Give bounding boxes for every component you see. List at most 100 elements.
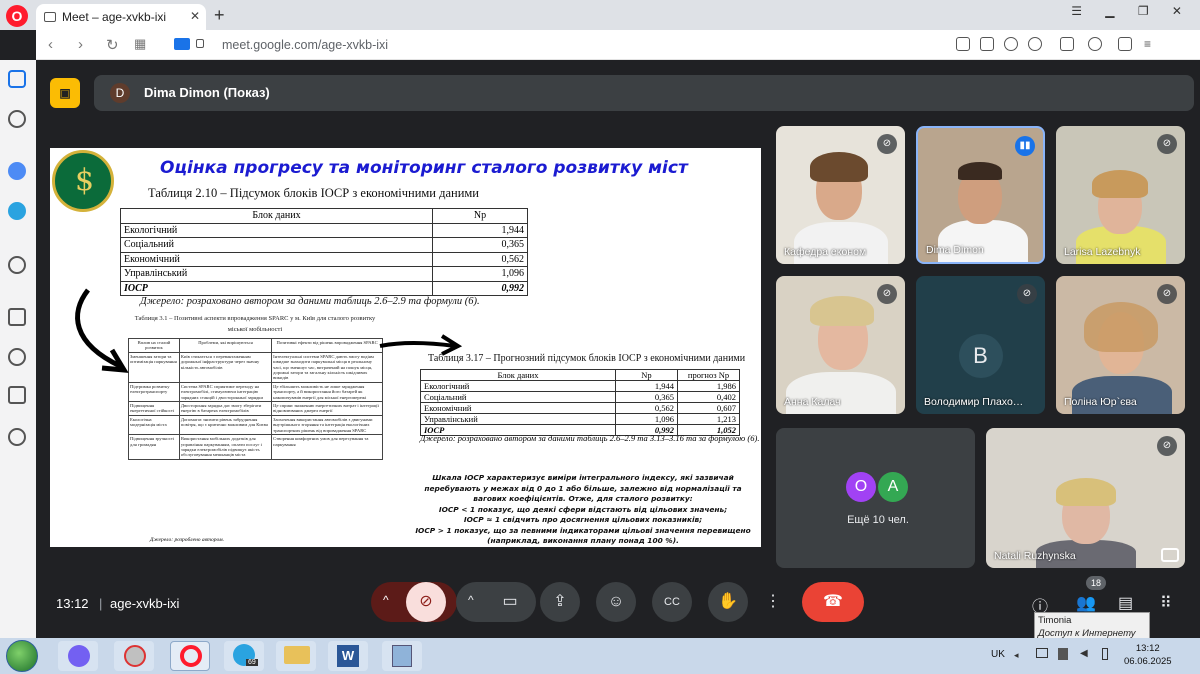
- opera-logo-icon[interactable]: O: [6, 5, 28, 27]
- tray-volume-icon[interactable]: ◀: [1080, 648, 1088, 659]
- presenter-bar: D Dima Dimon (Показ): [94, 75, 1194, 111]
- app-icon[interactable]: [114, 641, 154, 671]
- participant-tile-active[interactable]: ▮▮ Dima Dimon: [916, 126, 1045, 264]
- person-body: [1072, 376, 1172, 414]
- send-icon[interactable]: [1004, 37, 1018, 51]
- sidebar-toggle-icon[interactable]: [1118, 37, 1132, 51]
- more-participants-label: Ещё 10 чел.: [847, 514, 909, 526]
- person-body: [938, 220, 1028, 262]
- participant-name: Кафедра економ: [784, 246, 867, 258]
- player-icon[interactable]: [8, 256, 26, 274]
- pin-icon[interactable]: [1161, 548, 1179, 562]
- url-field[interactable]: meet.google.com/age-xvkb-ixi: [222, 38, 388, 52]
- tab-close-icon[interactable]: ✕: [190, 9, 200, 23]
- participant-count-badge: 18: [1086, 576, 1106, 590]
- leave-call-button[interactable]: ☎: [802, 582, 864, 622]
- new-tab-icon[interactable]: +: [214, 5, 225, 26]
- settings-icon[interactable]: [8, 428, 26, 446]
- mic-toggle-button[interactable]: ⊘: [406, 582, 446, 622]
- browser-tab-bar: O Meet – age-xvkb-ixi ✕ + ☰ ▁ ❐ ✕: [0, 0, 1200, 30]
- meeting-time: 13:12: [56, 596, 89, 611]
- home-icon[interactable]: [8, 70, 26, 88]
- stop-presenting-icon[interactable]: ▣: [50, 78, 80, 108]
- camera-options-icon[interactable]: ^: [468, 593, 474, 607]
- participant-tile[interactable]: ⊘ Larisa Lazebnyk: [1056, 126, 1185, 264]
- tray-network-icon[interactable]: [1036, 648, 1048, 658]
- telegram-taskbar-icon[interactable]: 69: [224, 641, 264, 671]
- camera-toggle-button[interactable]: ▭: [490, 582, 530, 622]
- participant-tile[interactable]: ⊘ Анна Калач: [776, 276, 905, 414]
- shared-slide: Оцінка прогресу та моніторинг сталого ро…: [50, 148, 761, 547]
- apps-icon[interactable]: [8, 308, 26, 326]
- separator: |: [99, 596, 103, 611]
- heart-icon[interactable]: [1028, 37, 1042, 51]
- explorer-icon[interactable]: [276, 641, 316, 671]
- calculator-icon[interactable]: [382, 641, 422, 671]
- captions-button[interactable]: CC: [652, 582, 692, 622]
- menu-icon[interactable]: ≡: [1144, 37, 1158, 51]
- participant-tile[interactable]: В ⊘ Володимир Плахо…: [916, 276, 1045, 414]
- forward-icon[interactable]: ›: [78, 36, 83, 53]
- tab-icon: [44, 12, 56, 22]
- tabs-grid-icon[interactable]: ▦: [134, 36, 146, 52]
- history-icon[interactable]: [8, 348, 26, 366]
- participant-avatar: В: [958, 333, 1003, 378]
- mic-options-icon[interactable]: ^: [383, 593, 389, 607]
- mic-off-icon: ⊘: [1017, 284, 1037, 304]
- participant-avatar: O: [846, 472, 876, 502]
- reload-icon[interactable]: ↻: [106, 36, 119, 54]
- camera-in-use-icon[interactable]: [174, 38, 190, 50]
- tray-date: 06.06.2025: [1124, 656, 1172, 667]
- tray-clock[interactable]: 13:12 06.06.2025: [1124, 642, 1172, 668]
- presenter-name: Dima Dimon (Показ): [144, 85, 270, 100]
- person-hair: [1056, 478, 1116, 506]
- tab-title: Meet – age-xvkb-ixi: [62, 10, 167, 24]
- screenshot-icon[interactable]: [980, 37, 994, 51]
- downloads-icon[interactable]: [8, 386, 26, 404]
- browser-tab[interactable]: Meet – age-xvkb-ixi: [36, 4, 206, 30]
- mic-off-icon: ⊘: [1157, 436, 1177, 456]
- straight-arrow-shaft: [379, 341, 456, 348]
- word-icon[interactable]: W: [328, 641, 368, 671]
- present-button[interactable]: ⇪: [540, 582, 580, 622]
- browser-sidebar: [0, 60, 36, 638]
- presenter-avatar: D: [110, 83, 130, 103]
- person-hair: [958, 162, 1002, 180]
- tray-expand-icon[interactable]: ◂: [1014, 650, 1019, 661]
- activities-icon[interactable]: ⠿: [1160, 593, 1172, 613]
- participant-name: Володимир Плахо…: [924, 396, 1024, 408]
- window-controls[interactable]: ☰ ▁ ❐ ✕: [1071, 4, 1192, 18]
- tooltip-title: Timonia: [1038, 615, 1072, 626]
- back-icon[interactable]: ‹: [48, 36, 53, 53]
- tray-time: 13:12: [1135, 643, 1160, 654]
- participant-name: Larisa Lazebnyk: [1064, 246, 1141, 258]
- emoji-button[interactable]: ☺: [596, 582, 636, 622]
- extensions-icon[interactable]: [1060, 37, 1074, 51]
- people-icon[interactable]: 👥: [1076, 593, 1096, 613]
- tray-battery-icon[interactable]: [1102, 648, 1108, 660]
- edit-icon[interactable]: [956, 37, 970, 51]
- opera-taskbar-icon[interactable]: [170, 641, 210, 671]
- viber-icon[interactable]: [58, 641, 98, 671]
- more-participants-tile[interactable]: O A Ещё 10 чел.: [776, 428, 975, 568]
- profile-icon[interactable]: [1088, 37, 1102, 51]
- chat-icon[interactable]: ▤: [1118, 593, 1133, 613]
- raise-hand-button[interactable]: ✋: [708, 582, 748, 622]
- participant-tile[interactable]: ⊘ Natali Ruzhynska: [986, 428, 1185, 568]
- participant-tile[interactable]: ⊘ Поліна Юр`єва: [1056, 276, 1185, 414]
- telegram-icon[interactable]: [8, 202, 26, 220]
- person-hair: [1092, 170, 1148, 198]
- mic-off-icon: ⊘: [1157, 134, 1177, 154]
- language-indicator[interactable]: UK: [991, 649, 1005, 660]
- pinboard-icon[interactable]: [8, 110, 26, 128]
- mic-off-icon: ⊘: [1157, 284, 1177, 304]
- participant-avatar: A: [878, 472, 908, 502]
- messenger-icon[interactable]: [8, 162, 26, 180]
- start-button[interactable]: [6, 640, 38, 672]
- lock-icon[interactable]: [196, 39, 204, 48]
- more-options-button[interactable]: ⋮: [758, 582, 788, 622]
- speaking-icon: ▮▮: [1015, 136, 1035, 156]
- tray-flag-icon[interactable]: [1058, 648, 1068, 660]
- participant-name: Dima Dimon: [926, 244, 984, 256]
- participant-tile[interactable]: ⊘ Кафедра економ: [776, 126, 905, 264]
